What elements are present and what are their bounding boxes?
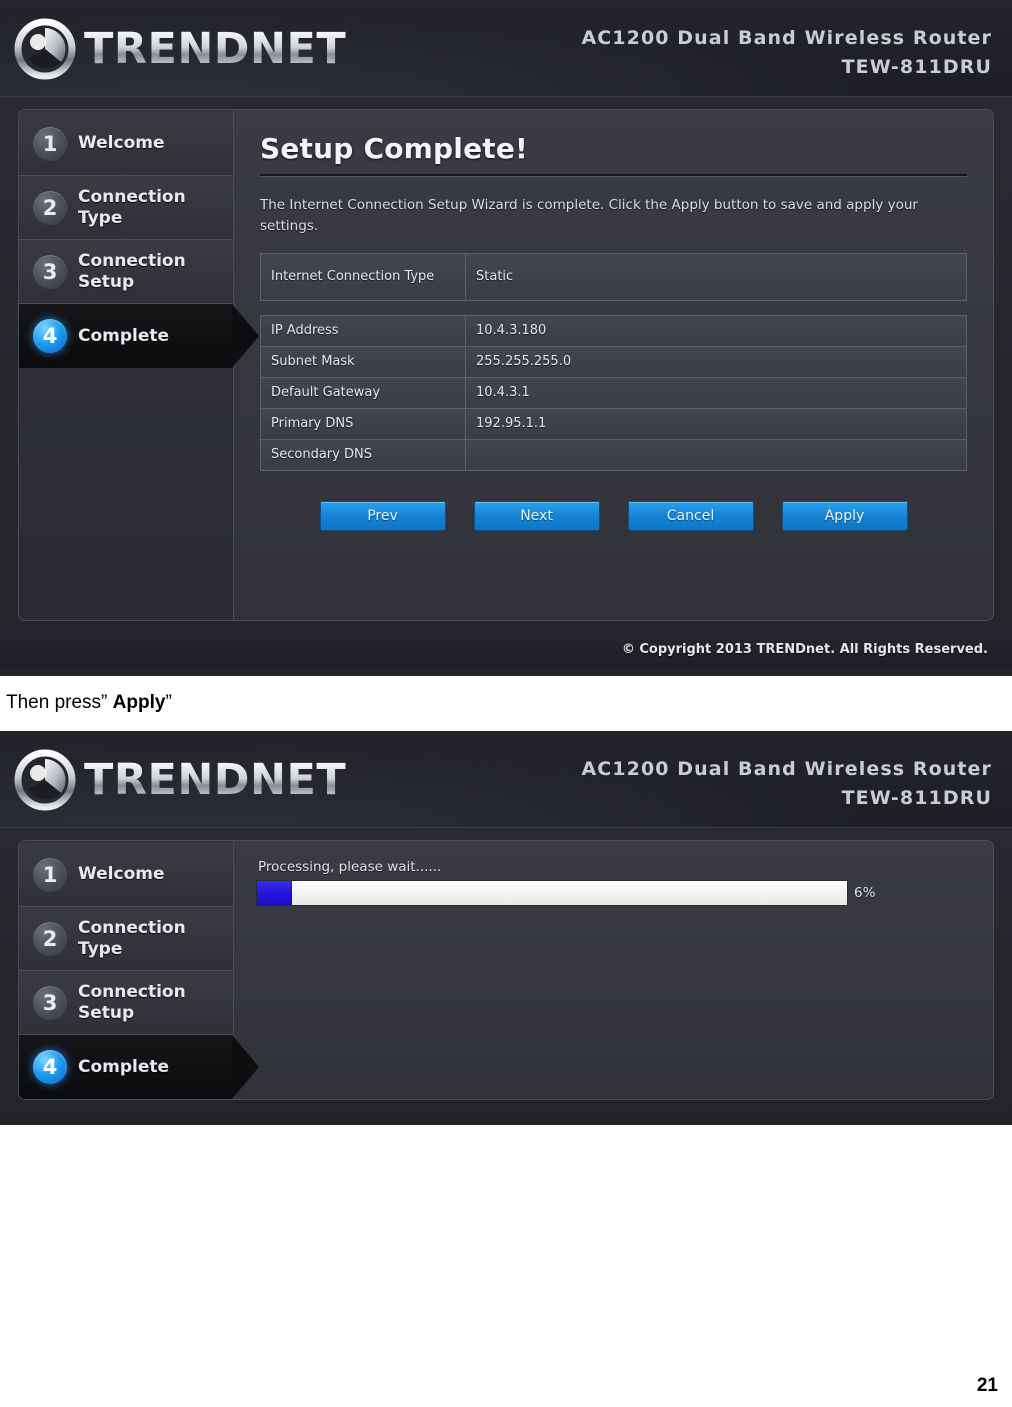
step-number-badge: 4	[33, 319, 67, 353]
step-number-badge: 2	[33, 921, 67, 956]
table-row: Secondary DNS	[260, 438, 967, 471]
row-label: Default Gateway	[260, 376, 466, 409]
wizard-content-pane: Processing, please wait...... 6%	[234, 841, 993, 1099]
sidebar-item-connection-type[interactable]: 2 Connection Type	[19, 176, 233, 240]
row-value: Static	[465, 252, 967, 301]
product-name: AC1200 Dual Band Wireless Router	[581, 27, 992, 49]
page-title: Setup Complete!	[260, 132, 529, 165]
wizard-body: 1 Welcome 2 Connection Type 3 Connection…	[18, 840, 994, 1100]
table-row: Default Gateway 10.4.3.1	[260, 376, 967, 409]
sidebar-item-connection-setup[interactable]: 3 Connection Setup	[19, 971, 233, 1035]
wizard-content-pane: Setup Complete! The Internet Connection …	[234, 110, 993, 620]
router-header: TRENDnET AC1200 Dual Band Wireless Route…	[0, 0, 1012, 97]
progress-bar	[256, 880, 848, 906]
sidebar-item-welcome[interactable]: 1 Welcome	[19, 843, 233, 907]
progress-percent-label: 6%	[854, 885, 876, 901]
row-value: 255.255.255.0	[465, 345, 967, 378]
trendnet-circle-logo-icon	[14, 18, 76, 80]
sidebar-item-label: Welcome	[78, 864, 165, 885]
sidebar-item-welcome[interactable]: 1 Welcome	[19, 112, 233, 176]
caption-emphasis: Apply	[112, 692, 166, 713]
row-value: 10.4.3.1	[465, 376, 967, 409]
summary-table-connection-type: Internet Connection Type Static	[260, 252, 967, 301]
summary-table-ip-details: IP Address 10.4.3.180 Subnet Mask 255.25…	[260, 314, 967, 471]
caption-suffix: ”	[165, 692, 172, 713]
wizard-button-row: Prev Next Cancel Apply	[260, 500, 967, 531]
product-name: AC1200 Dual Band Wireless Router	[581, 758, 992, 780]
instruction-caption: Then press” Apply”	[6, 692, 172, 714]
sidebar-item-label: Connection Setup	[78, 981, 186, 1023]
table-row: Subnet Mask 255.255.255.0	[260, 345, 967, 378]
row-label: Primary DNS	[260, 407, 466, 440]
sidebar-item-label: Connection Setup	[78, 250, 186, 292]
sidebar-item-label: Complete	[78, 1056, 170, 1077]
step-number-badge: 4	[33, 1050, 67, 1084]
sidebar-item-label: Welcome	[78, 133, 165, 154]
brand-wordmark: TRENDnET	[84, 754, 347, 805]
wizard-step-sidebar: 1 Welcome 2 Connection Type 3 Connection…	[19, 841, 259, 1099]
wizard-step-sidebar: 1 Welcome 2 Connection Type 3 Connection…	[19, 110, 259, 620]
cancel-button[interactable]: Cancel	[627, 500, 754, 531]
step-number-badge: 1	[33, 126, 67, 161]
sidebar-item-label: Connection Type	[78, 917, 186, 959]
row-value: 192.95.1.1	[465, 407, 967, 440]
row-value	[465, 438, 967, 471]
product-model: TEW-811DRU	[841, 55, 992, 78]
router-admin-screenshot-processing: TRENDnET AC1200 Dual Band Wireless Route…	[0, 731, 1012, 1125]
product-identity: AC1200 Dual Band Wireless Router TEW-811…	[581, 755, 992, 812]
brand-wordmark: TRENDnET	[84, 23, 347, 74]
sidebar-item-connection-type[interactable]: 2 Connection Type	[19, 907, 233, 971]
prev-button[interactable]: Prev	[319, 500, 446, 531]
router-admin-screenshot-setup-complete: TRENDnET AC1200 Dual Band Wireless Route…	[0, 0, 1012, 676]
sidebar-item-complete[interactable]: 4 Complete	[19, 1035, 259, 1099]
product-model: TEW-811DRU	[841, 786, 992, 809]
table-row: Internet Connection Type Static	[260, 252, 967, 301]
brand-logo: TRENDnET	[14, 18, 346, 80]
next-button[interactable]: Next	[473, 500, 600, 531]
title-divider	[260, 174, 967, 177]
caption-prefix: Then press”	[6, 692, 113, 713]
row-label: Secondary DNS	[260, 438, 466, 471]
product-identity: AC1200 Dual Band Wireless Router TEW-811…	[581, 24, 992, 81]
step-number-badge: 3	[33, 254, 67, 289]
brand-logo: TRENDnET	[14, 749, 346, 811]
processing-status-text: Processing, please wait......	[258, 859, 442, 875]
copyright-text: © Copyright 2013 TRENDnet. All Rights Re…	[621, 641, 988, 657]
wizard-intro-text: The Internet Connection Setup Wizard is …	[260, 197, 918, 234]
row-label: IP Address	[260, 314, 466, 347]
wizard-body: 1 Welcome 2 Connection Type 3 Connection…	[18, 109, 994, 621]
row-label: Subnet Mask	[260, 345, 466, 378]
sidebar-item-label: Connection Type	[78, 186, 186, 228]
sidebar-item-complete[interactable]: 4 Complete	[19, 304, 259, 368]
apply-button[interactable]: Apply	[781, 500, 908, 531]
row-value: 10.4.3.180	[465, 314, 967, 347]
step-number-badge: 3	[33, 985, 67, 1020]
progress-row: 6%	[256, 880, 967, 906]
sidebar-item-label: Complete	[78, 325, 170, 346]
step-number-badge: 1	[33, 857, 67, 892]
document-page-number: 21	[976, 1375, 998, 1396]
table-row: IP Address 10.4.3.180	[260, 314, 967, 347]
trendnet-circle-logo-icon	[14, 749, 76, 811]
progress-bar-fill	[257, 881, 293, 905]
row-label: Internet Connection Type	[260, 252, 466, 301]
sidebar-item-connection-setup[interactable]: 3 Connection Setup	[19, 240, 233, 304]
router-header: TRENDnET AC1200 Dual Band Wireless Route…	[0, 731, 1012, 828]
step-number-badge: 2	[33, 190, 67, 225]
router-footer: © Copyright 2013 TRENDnet. All Rights Re…	[0, 631, 1012, 667]
table-row: Primary DNS 192.95.1.1	[260, 407, 967, 440]
